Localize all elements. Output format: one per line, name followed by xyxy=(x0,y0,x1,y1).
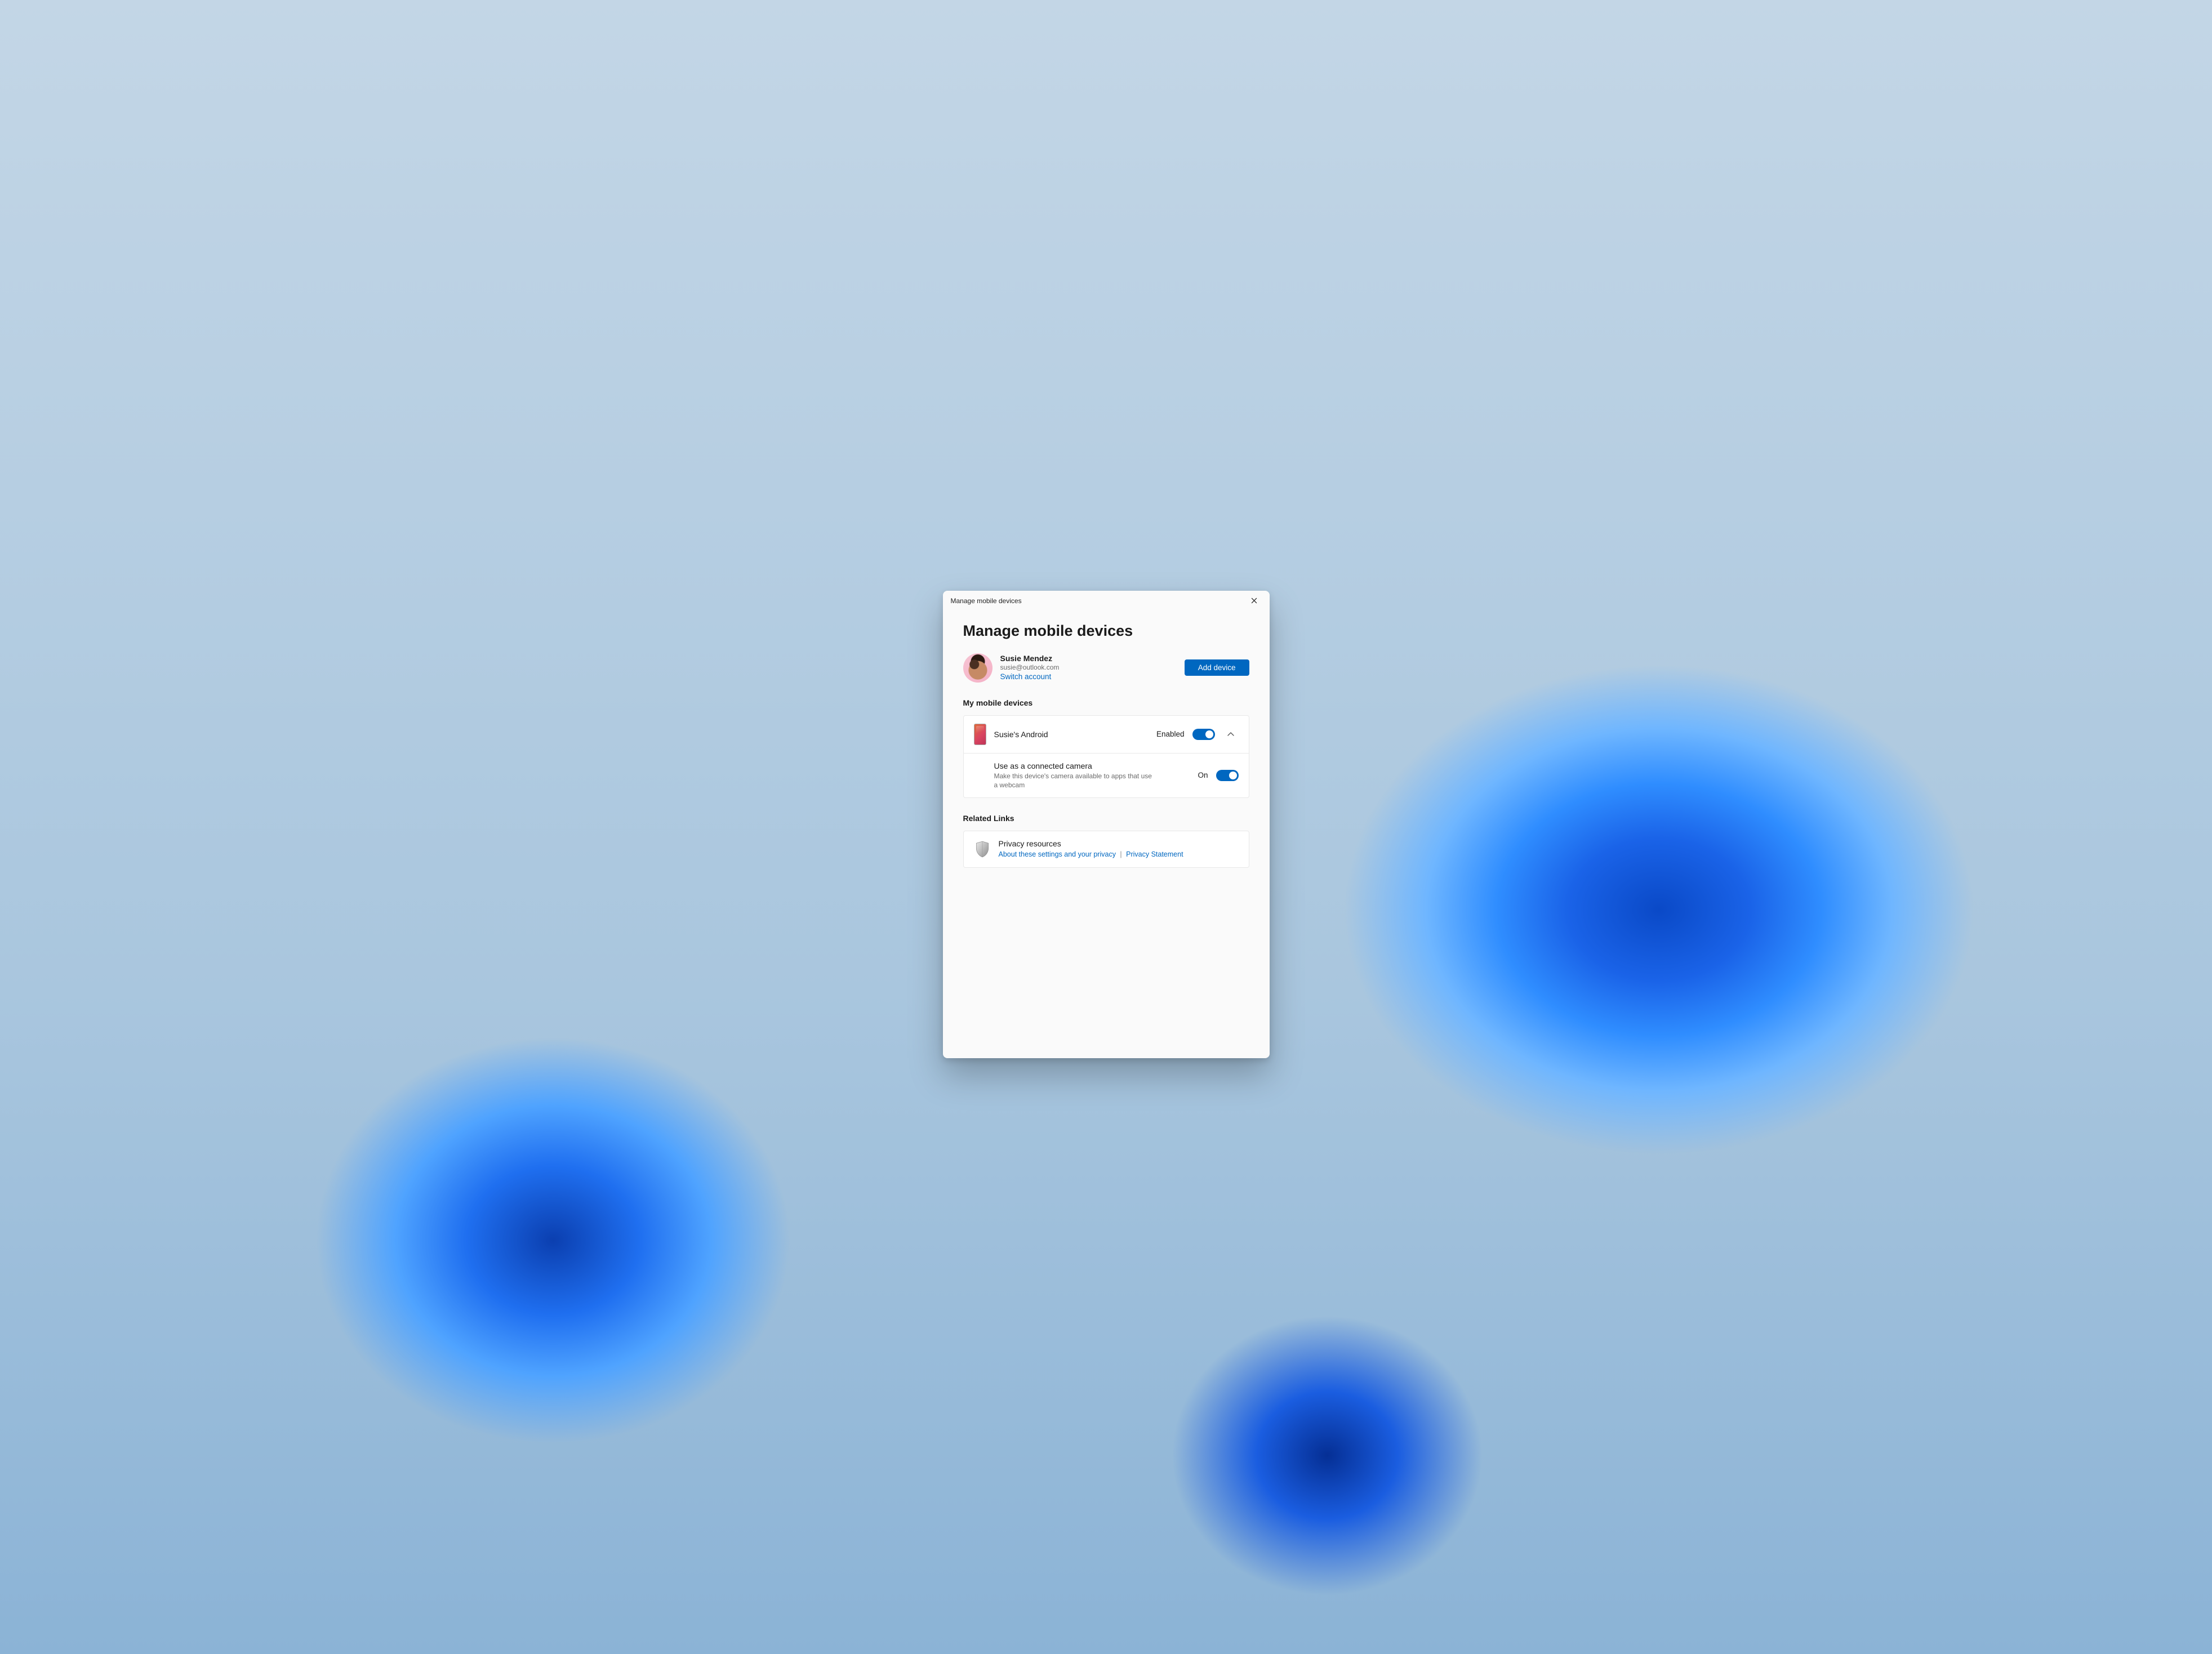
device-name: Susie's Android xyxy=(994,730,1048,739)
devices-section-label: My mobile devices xyxy=(963,698,1249,707)
switch-account-link[interactable]: Switch account xyxy=(1000,672,1052,681)
device-card: Susie's Android Enabled Use as a connect… xyxy=(963,715,1249,798)
user-email: susie@outlook.com xyxy=(1000,663,1177,671)
device-header-row[interactable]: Susie's Android Enabled xyxy=(964,716,1249,753)
privacy-separator: | xyxy=(1120,850,1121,858)
privacy-about-link[interactable]: About these settings and your privacy xyxy=(999,850,1116,858)
camera-toggle[interactable] xyxy=(1216,770,1239,781)
camera-text-block: Use as a connected camera Make this devi… xyxy=(974,761,1158,790)
device-enabled-toggle[interactable] xyxy=(1192,729,1215,740)
device-enabled-label: Enabled xyxy=(1156,730,1185,738)
user-info: Susie Mendez susie@outlook.com Switch ac… xyxy=(1000,654,1177,682)
close-button[interactable] xyxy=(1243,592,1266,609)
privacy-row: Privacy resources About these settings a… xyxy=(964,831,1249,867)
privacy-links: About these settings and your privacy | … xyxy=(999,849,1183,859)
chevron-up-icon xyxy=(1227,730,1235,738)
titlebar: Manage mobile devices xyxy=(943,591,1270,611)
camera-title: Use as a connected camera xyxy=(994,761,1158,770)
privacy-card: Privacy resources About these settings a… xyxy=(963,831,1249,868)
add-device-button[interactable]: Add device xyxy=(1185,659,1249,676)
camera-desc: Make this device's camera available to a… xyxy=(994,772,1158,790)
window-title: Manage mobile devices xyxy=(951,597,1022,605)
privacy-text-block: Privacy resources About these settings a… xyxy=(999,839,1183,859)
privacy-title: Privacy resources xyxy=(999,839,1183,848)
camera-state-label: On xyxy=(1198,771,1208,779)
phone-icon xyxy=(974,724,986,745)
page-title: Manage mobile devices xyxy=(963,622,1249,640)
shield-icon xyxy=(975,841,990,858)
window-content: Manage mobile devices Susie Mendez susie… xyxy=(943,611,1270,1058)
settings-window: Manage mobile devices Manage mobile devi… xyxy=(943,591,1270,1058)
user-account-row: Susie Mendez susie@outlook.com Switch ac… xyxy=(963,653,1249,683)
privacy-statement-link[interactable]: Privacy Statement xyxy=(1126,850,1183,858)
close-icon xyxy=(1251,598,1257,604)
avatar xyxy=(963,653,992,683)
device-camera-row: Use as a connected camera Make this devi… xyxy=(964,753,1249,797)
related-links-label: Related Links xyxy=(963,814,1249,823)
expand-chevron[interactable] xyxy=(1223,726,1239,742)
user-name: Susie Mendez xyxy=(1000,654,1177,663)
